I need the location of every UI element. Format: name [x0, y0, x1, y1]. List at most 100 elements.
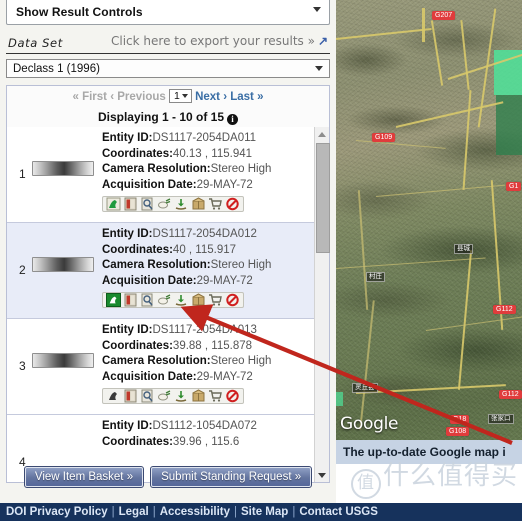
footer-link-privacy[interactable]: DOI Privacy Policy	[6, 506, 108, 518]
add-to-cart-icon[interactable]	[208, 293, 223, 307]
entity-id-label: Entity ID:	[102, 324, 153, 336]
table-row[interactable]: 2 Entity ID:DS1117-2054DA012 Coordinates…	[7, 223, 315, 319]
show-footprint-icon[interactable]	[106, 389, 121, 403]
footer-link-legal[interactable]: Legal	[119, 506, 149, 518]
view-item-basket-button[interactable]: View Item Basket »	[23, 466, 145, 488]
camera-resolution-label: Camera Resolution:	[102, 355, 211, 367]
coordinates-value: 40.13 , 115.941	[172, 147, 253, 160]
show-result-controls-label: Show Result Controls	[16, 5, 143, 19]
footer-link-sitemap[interactable]: Site Map	[241, 506, 288, 518]
download-options-icon[interactable]	[174, 197, 189, 211]
google-map[interactable]: G207 G109 G1 G112 G112 G18 G108 县城 村庄 灵丘…	[336, 0, 522, 440]
entity-id-value: DS1117-2054DA011	[152, 132, 257, 144]
download-options-icon[interactable]	[174, 389, 189, 403]
map-place-label: 灵丘县	[352, 383, 378, 393]
chevron-down-icon[interactable]	[313, 7, 321, 12]
footer-separator: |	[292, 506, 296, 518]
coordinates-field: Coordinates:39.88 , 115.878	[102, 339, 311, 355]
coordinates-label: Coordinates:	[102, 435, 173, 448]
camera-resolution-field: Camera Resolution:Stereo High	[102, 162, 311, 178]
bulk-download-icon[interactable]	[191, 293, 206, 307]
acquisition-date-label: Acquisition Date:	[102, 274, 197, 287]
dataset-select[interactable]: Declass 1 (1996)	[6, 59, 330, 78]
displaying-text: Displaying 1 - 10 of 15	[97, 110, 225, 124]
show-metadata-icon[interactable]	[140, 389, 155, 403]
camera-resolution-value: Stereo High	[210, 355, 272, 367]
info-icon[interactable]: i	[227, 114, 239, 125]
compare-browse-icon[interactable]	[157, 197, 172, 211]
scroll-up-icon[interactable]	[315, 127, 329, 141]
row-fields: Entity ID:DS1117-2054DA011 Coordinates:4…	[102, 131, 311, 193]
dataset-selected-value: Declass 1 (1996)	[13, 62, 100, 75]
pager-previous[interactable]: ‹ Previous	[110, 91, 166, 103]
external-link-icon[interactable]: ↗	[318, 34, 328, 48]
add-to-cart-icon[interactable]	[208, 389, 223, 403]
footer-separator: |	[111, 506, 115, 518]
right-blank-area	[336, 464, 522, 503]
entity-id-field: Entity ID:DS1112-1054DA072	[102, 419, 311, 435]
pager-next[interactable]: Next ›	[195, 91, 227, 103]
panel-inner: Show Result Controls Data Set Click here…	[6, 0, 330, 483]
camera-resolution-value: Stereo High	[210, 259, 272, 271]
bulk-download-icon[interactable]	[191, 197, 206, 211]
pager-first[interactable]: « First	[73, 91, 108, 103]
compare-browse-icon[interactable]	[157, 293, 172, 307]
show-browse-overlay-icon[interactable]	[123, 293, 138, 307]
show-footprint-icon[interactable]	[106, 293, 121, 307]
table-row[interactable]: 1 Entity ID:DS1117-2054DA011 Coordinates…	[7, 127, 315, 223]
thumbnail-image[interactable]	[32, 257, 94, 272]
coordinates-value: 39.88 , 115.878	[172, 339, 253, 352]
row-index: 3	[19, 359, 26, 373]
compare-browse-icon[interactable]	[157, 389, 172, 403]
thumbnail-image[interactable]	[32, 353, 94, 368]
camera-resolution-label: Camera Resolution:	[102, 259, 211, 271]
acquisition-date-field: Acquisition Date:29-MAY-72	[102, 370, 311, 386]
footer-link-accessibility[interactable]: Accessibility	[160, 506, 230, 518]
acquisition-date-field: Acquisition Date:29-MAY-72	[102, 178, 311, 194]
map-road-label: G18	[450, 415, 470, 424]
not-available-icon[interactable]	[225, 197, 240, 211]
show-result-controls-bar[interactable]: Show Result Controls	[6, 0, 330, 25]
search-results-panel: Show Result Controls Data Set Click here…	[0, 0, 336, 503]
page-footer: DOI Privacy Policy | Legal | Accessibili…	[0, 503, 522, 521]
coordinates-value: 39.96 , 115.6	[172, 435, 240, 448]
show-browse-overlay-icon[interactable]	[123, 197, 138, 211]
show-metadata-icon[interactable]	[140, 293, 155, 307]
not-available-icon[interactable]	[225, 389, 240, 403]
results-scrollbar[interactable]	[314, 127, 330, 482]
submit-standing-request-button[interactable]: Submit Standing Request »	[150, 466, 313, 488]
entity-id-value: DS1112-1054DA072	[152, 420, 257, 432]
scrollbar-thumb[interactable]	[316, 143, 330, 253]
map-place-label: 县城	[454, 244, 473, 254]
bulk-download-icon[interactable]	[191, 389, 206, 403]
dataset-row: Data Set Click here to export your resul…	[6, 32, 330, 54]
app-root: Show Result Controls Data Set Click here…	[0, 0, 522, 521]
show-browse-overlay-icon[interactable]	[123, 389, 138, 403]
table-row[interactable]: 3 Entity ID:DS1117-2054DA013 Coordinates…	[7, 319, 315, 415]
download-options-icon[interactable]	[174, 293, 189, 307]
camera-resolution-field: Camera Resolution:Stereo High	[102, 258, 311, 274]
map-road-label: G108	[446, 427, 470, 436]
page-number-select[interactable]: 1	[169, 89, 192, 103]
pager-last[interactable]: Last »	[230, 91, 263, 103]
chevron-down-icon[interactable]	[315, 66, 323, 71]
map-road-label: G207	[432, 11, 456, 20]
show-metadata-icon[interactable]	[140, 197, 155, 211]
export-results-link[interactable]: Click here to export your results »	[111, 34, 315, 48]
show-footprint-icon[interactable]	[106, 197, 121, 211]
add-to-cart-icon[interactable]	[208, 197, 223, 211]
coordinates-value: 40 , 115.917	[172, 243, 237, 256]
map-place-label: 张家口	[488, 414, 514, 424]
map-green-area	[336, 392, 343, 406]
thumbnail-image[interactable]	[32, 161, 94, 176]
acquisition-date-label: Acquisition Date:	[102, 370, 197, 383]
acquisition-date-field: Acquisition Date:29-MAY-72	[102, 274, 311, 290]
row-action-icons	[102, 196, 244, 212]
entity-id-label: Entity ID:	[102, 132, 153, 144]
chevron-down-icon	[181, 94, 188, 98]
footer-link-contact[interactable]: Contact USGS	[299, 506, 378, 518]
page-number-value: 1	[174, 90, 180, 102]
pagination-controls: « First ‹ Previous 1 Next › Last »	[7, 86, 329, 108]
map-road-label: G112	[493, 305, 516, 314]
not-available-icon[interactable]	[225, 293, 240, 307]
